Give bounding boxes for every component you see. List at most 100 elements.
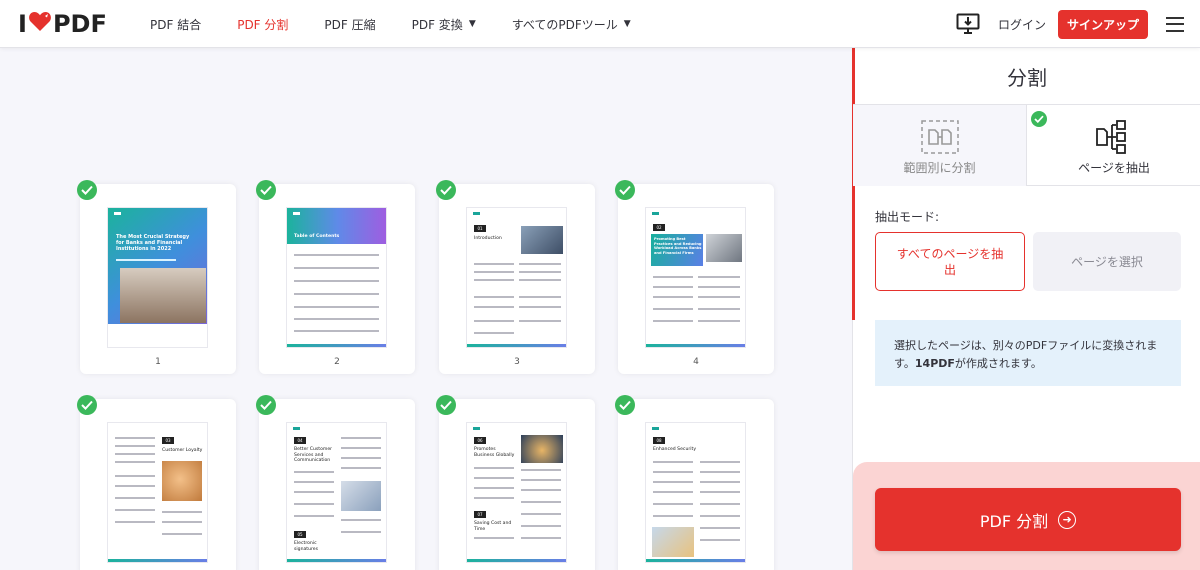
- text-line: [698, 276, 740, 278]
- page-card[interactable]: 08 Enhanced Security: [618, 399, 774, 570]
- footer-strip: [467, 344, 566, 347]
- section-photo: [652, 527, 694, 557]
- page-card[interactable]: 02 Promoting Best Practices and Reducing…: [618, 184, 774, 374]
- text-line: [115, 485, 155, 487]
- text-line: [341, 531, 381, 533]
- option-label: ページを選択: [1071, 254, 1143, 269]
- text-line: [521, 513, 561, 515]
- caret-down-icon: ▼: [623, 19, 631, 29]
- page-number: 1: [155, 357, 161, 367]
- text-line: [115, 437, 155, 439]
- option-select-pages[interactable]: ページを選択: [1033, 232, 1181, 291]
- section-badge: 08: [653, 437, 665, 444]
- page-card[interactable]: 06 Promotes Business Globally 07 Saving …: [439, 399, 595, 570]
- check-icon: [256, 395, 276, 415]
- nav-convert[interactable]: PDF 変換 ▼: [412, 16, 476, 33]
- text-line: [653, 503, 693, 505]
- cover-title: The Most Crucial Strategy for Banks and …: [116, 234, 190, 252]
- page-card[interactable]: 01 Introduction 3: [439, 184, 595, 374]
- nav-all-tools[interactable]: すべてのPDFツール ▼: [512, 16, 631, 33]
- page-card[interactable]: 04 Better Customer Services and Communic…: [259, 399, 415, 570]
- logo-mark: [473, 212, 480, 215]
- section-heading: Introduction: [474, 236, 502, 241]
- text-line: [519, 263, 561, 265]
- logo-mark: [652, 212, 659, 215]
- text-line: [519, 306, 561, 308]
- login-link[interactable]: ログイン: [998, 16, 1046, 33]
- check-icon: [436, 180, 456, 200]
- page-thumbnail: 08 Enhanced Security: [645, 422, 746, 563]
- desktop-download-icon[interactable]: [956, 13, 980, 35]
- section-heading: Better Customer Services and Communicati…: [294, 447, 333, 464]
- nav-compress[interactable]: PDF 圧縮: [324, 16, 375, 33]
- check-icon: [436, 395, 456, 415]
- text-line: [294, 293, 379, 295]
- text-line: [294, 330, 379, 332]
- tab-label: ページを抽出: [1078, 161, 1150, 175]
- text-line: [700, 515, 740, 517]
- check-icon: [615, 395, 635, 415]
- text-line: [474, 537, 514, 539]
- text-line: [521, 489, 561, 491]
- text-line: [294, 481, 334, 483]
- section-heading: Customer Loyalty: [162, 448, 203, 453]
- page-card[interactable]: Table of Contents 2: [259, 184, 415, 374]
- tab-split-by-range[interactable]: 範囲別に分割: [853, 105, 1027, 186]
- option-extract-all-pages[interactable]: すべてのページを抽出: [875, 232, 1025, 291]
- nav-label: すべてのPDFツール: [511, 17, 618, 32]
- hamburger-menu-icon[interactable]: [1166, 16, 1184, 32]
- text-line: [700, 471, 740, 473]
- logo-mark: [293, 427, 300, 430]
- section-heading: Saving Cost and Time: [474, 521, 512, 532]
- check-icon: [615, 180, 635, 200]
- text-line: [294, 503, 334, 505]
- section-badge: 05: [294, 531, 306, 538]
- info-box: 選択したページは、別々のPDFファイルに変換されます。14PDFが作成されます。: [875, 320, 1181, 386]
- check-icon: [256, 180, 276, 200]
- signup-button[interactable]: サインアップ: [1057, 9, 1148, 39]
- text-line: [653, 471, 693, 473]
- section-badge: 01: [474, 225, 486, 232]
- text-line: [115, 521, 155, 523]
- text-line: [294, 306, 379, 308]
- page-number: 4: [693, 357, 699, 367]
- nav-merge[interactable]: PDF 結合: [150, 16, 201, 33]
- check-icon: [1031, 111, 1047, 127]
- text-line: [700, 503, 740, 505]
- footer-strip: [646, 344, 745, 347]
- arrow-right-circle-icon: ➜: [1058, 510, 1077, 529]
- page-card[interactable]: The Most Crucial Strategy for Banks and …: [80, 184, 236, 374]
- text-line: [341, 457, 381, 459]
- tab-label: 範囲別に分割: [903, 161, 976, 175]
- section-badge: 02: [653, 224, 665, 231]
- extract-mode-label: 抽出モード:: [875, 210, 940, 224]
- split-options-panel: 分割 範囲別に分割 ページを抽出 抽出モード: すべてのページを抽出 ページを選…: [852, 48, 1200, 570]
- text-line: [341, 519, 381, 521]
- page-thumbnail: 04 Better Customer Services and Communic…: [286, 422, 387, 563]
- text-line: [294, 515, 334, 517]
- text-line: [115, 453, 155, 455]
- text-line: [653, 481, 693, 483]
- section-badge: 04: [294, 437, 306, 444]
- tab-extract-pages[interactable]: ページを抽出: [1027, 105, 1200, 186]
- text-line: [162, 533, 202, 535]
- panel-title: 分割: [1007, 66, 1047, 90]
- footer-strip: [108, 559, 207, 562]
- check-icon: [77, 180, 97, 200]
- section-photo: [521, 226, 563, 254]
- text-line: [698, 320, 740, 322]
- page-thumbnail: 03 Customer Loyalty: [107, 422, 208, 563]
- logo-text-pdf: PDF: [52, 10, 107, 38]
- nav-split[interactable]: PDF 分割: [237, 16, 288, 33]
- cta-area: PDF 分割 ➜: [853, 462, 1200, 570]
- text-line: [294, 471, 334, 473]
- split-pdf-button[interactable]: PDF 分割 ➜: [875, 488, 1181, 551]
- page-card[interactable]: 03 Customer Loyalty: [80, 399, 236, 570]
- logo-mark: [293, 212, 300, 215]
- check-icon: [77, 395, 97, 415]
- text-line: [294, 280, 379, 282]
- text-line: [519, 320, 561, 322]
- text-line: [341, 447, 381, 449]
- text-line: [116, 259, 176, 261]
- ilovepdf-logo[interactable]: I PDF: [18, 10, 107, 38]
